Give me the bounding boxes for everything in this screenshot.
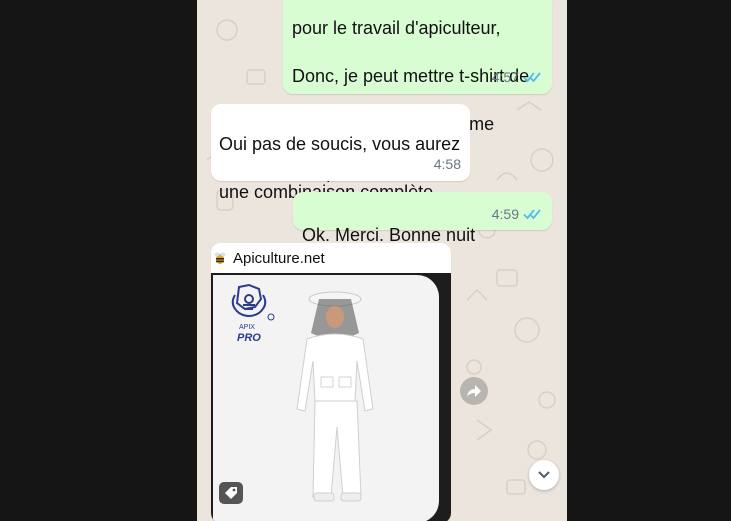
message-meta: 4:59 <box>492 202 542 226</box>
forward-icon <box>467 385 481 397</box>
double-check-icon <box>523 72 541 83</box>
message-bubble-outgoing[interactable]: Ok. Merci. Bonne nuit 4:59 <box>293 192 552 245</box>
message-bubble-outgoing[interactable]: pour le travail d'apiculteur, Donc, je p… <box>283 0 552 182</box>
message-time: 4:57 <box>491 69 519 85</box>
link-preview-header: Apiculture.net <box>211 243 451 273</box>
message-line: pour le travail d'apiculteur, <box>292 18 501 38</box>
message-line: Ok. Merci. Bonne nuit <box>302 225 476 245</box>
message-line: Oui pas de soucis, vous aurez <box>219 134 461 154</box>
forward-button[interactable] <box>460 377 488 405</box>
message-meta: 4:57 <box>492 65 542 89</box>
link-site-name[interactable]: Apiculture.net <box>233 250 325 267</box>
message-meta: 4:58 <box>434 152 461 176</box>
message-bubble-incoming[interactable]: Oui pas de soucis, vous aurez une combin… <box>211 104 470 202</box>
scroll-to-bottom-button[interactable] <box>529 460 559 490</box>
message-text: Ok. Merci. Bonne nuit <box>302 199 475 247</box>
bee-favicon-icon <box>214 252 226 264</box>
product-photo: APIX PRO <box>213 275 439 521</box>
link-preview-card[interactable]: Apiculture.net APIX PRO <box>211 243 451 521</box>
tag-icon[interactable] <box>219 482 243 504</box>
beekeeper-suit-image <box>296 291 374 502</box>
double-check-icon <box>523 209 541 220</box>
logo-text: APIX <box>239 324 255 331</box>
message-time: 4:59 <box>491 206 519 222</box>
tag-glyph <box>225 487 237 499</box>
logo-subtext: PRO <box>237 332 261 344</box>
chevron-down-icon <box>538 471 550 479</box>
chat-screen: pour le travail d'apiculteur, Donc, je p… <box>197 0 567 521</box>
link-preview-image[interactable]: APIX PRO <box>211 273 451 521</box>
message-time: 4:58 <box>433 156 461 172</box>
apix-pro-logo: APIX PRO <box>231 283 275 344</box>
